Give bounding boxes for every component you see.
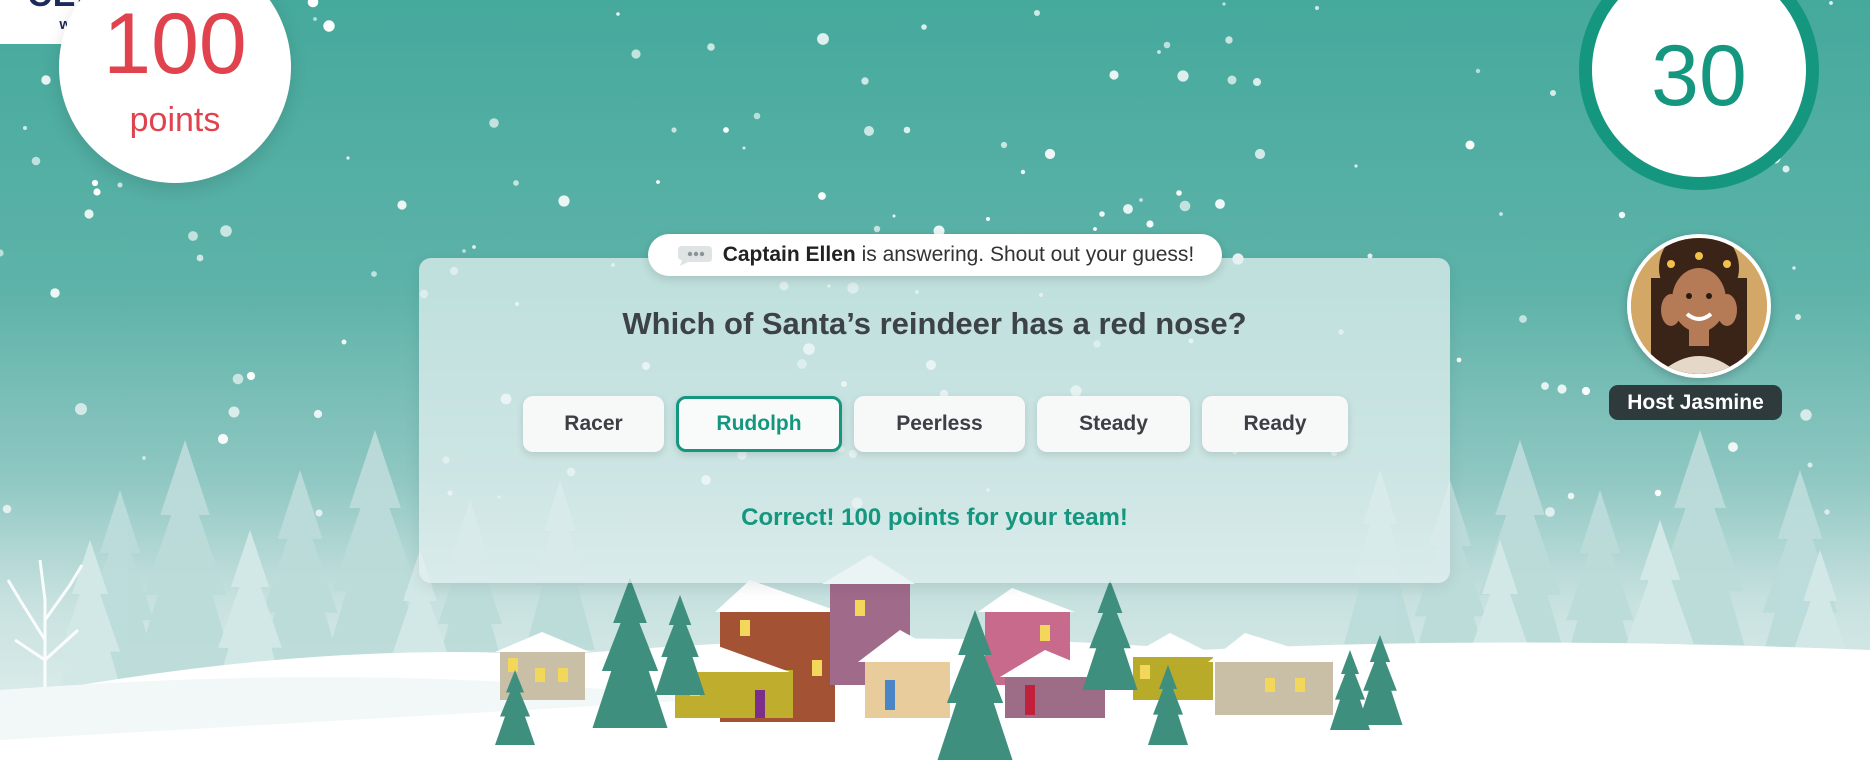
status-message: is answering. Shout out your guess!	[861, 243, 1195, 266]
points-label: points	[129, 101, 221, 139]
points-value: 100	[103, 0, 247, 92]
answer-option-peerless[interactable]: Peerless	[854, 396, 1025, 452]
answer-feedback: Correct! 100 points for your team!	[741, 504, 1128, 531]
answer-option-rudolph[interactable]: Rudolph	[676, 396, 842, 452]
chat-bubble-icon	[677, 246, 712, 266]
answer-option-ready[interactable]: Ready	[1202, 396, 1348, 452]
answer-option-racer[interactable]: Racer	[523, 396, 664, 452]
host-avatar	[1627, 234, 1771, 378]
timer-value: 30	[1651, 28, 1747, 124]
host-portrait-icon	[1631, 238, 1767, 374]
answering-status: Captain Ellen is answering. Shout out yo…	[648, 234, 1222, 276]
answer-option-steady[interactable]: Steady	[1037, 396, 1190, 452]
host-name-label: Host Jasmine	[1609, 385, 1782, 420]
captain-name: Captain Ellen	[722, 243, 856, 266]
game-scene: CEDALION www.cedalion.be 100 points 30 H…	[0, 0, 1870, 770]
question-text: Which of Santa’s reindeer has a red nose…	[622, 306, 1247, 341]
